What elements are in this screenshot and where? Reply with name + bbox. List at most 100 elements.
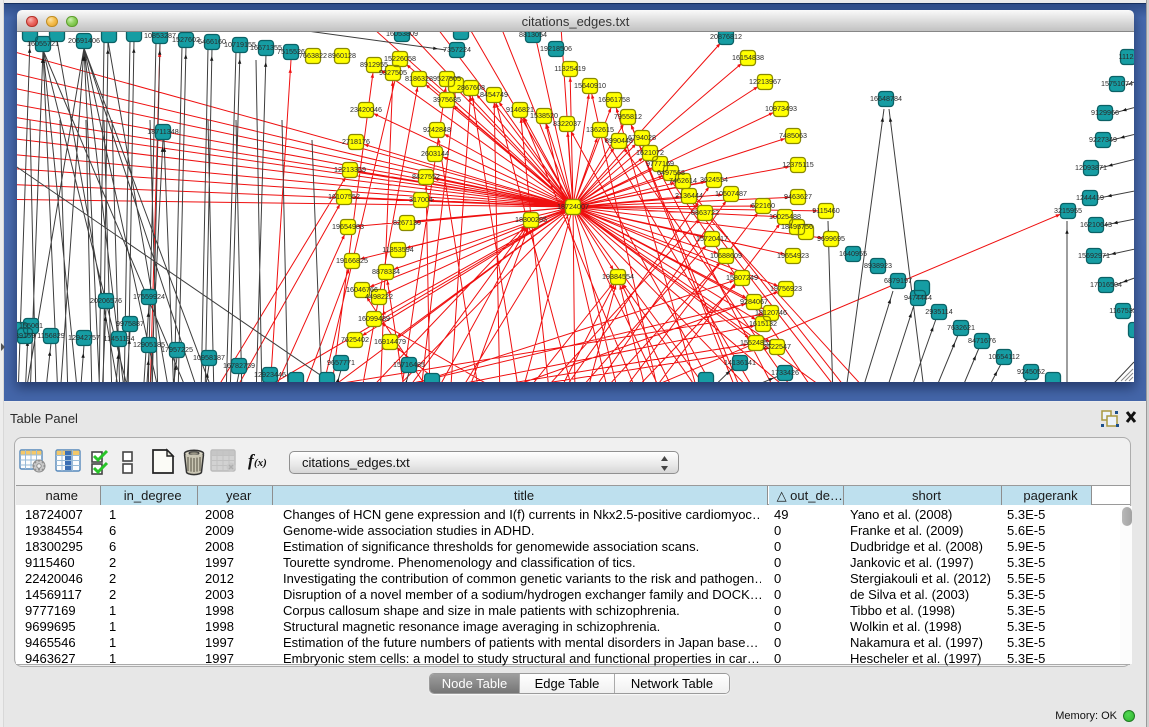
svg-text:9115460: 9115460 [812,206,839,215]
svg-text:8863722: 8863722 [691,208,719,217]
svg-text:18120746: 18120746 [755,308,787,317]
svg-text:8267130: 8267130 [393,218,421,227]
svg-text:19654923: 19654923 [777,251,809,260]
svg-text:622160: 622160 [751,201,775,210]
svg-text:6794028: 6794028 [628,133,656,142]
svg-text:9463627: 9463627 [784,192,812,201]
svg-text:11353594: 11353594 [382,245,413,254]
svg-text:155061: 155061 [19,321,43,330]
svg-text:10688609: 10688609 [710,251,742,260]
svg-text:(x): (x) [254,457,267,469]
svg-text:10958187: 10958187 [193,353,225,362]
svg-text:16099489: 16099489 [358,314,390,323]
svg-text:20691406: 20691406 [68,36,100,45]
svg-text:9975887: 9975887 [116,319,144,328]
svg-text:8454749: 8454749 [480,90,508,99]
svg-text:15720417: 15720417 [696,234,728,243]
svg-text:2935114: 2935114 [925,307,952,316]
svg-text:16053809: 16053809 [386,32,418,38]
svg-text:1156829: 1156829 [37,331,64,340]
svg-text:6466160: 6466160 [198,37,226,46]
svg-text:17957225: 17957225 [161,345,193,354]
svg-text:2136444: 2136444 [675,191,703,200]
svg-text:7357224: 7357224 [443,45,471,54]
svg-text:9699695: 9699695 [817,234,845,243]
svg-text:2718176: 2718176 [342,137,370,146]
svg-text:317004: 317004 [409,195,433,204]
svg-text:8878334: 8878334 [372,267,400,276]
svg-text:3624554: 3624554 [700,175,728,184]
svg-text:18711348: 18711348 [147,127,178,136]
svg-text:15807249: 15807249 [726,273,758,282]
svg-text:16055721: 16055721 [27,39,59,48]
svg-text:15716485: 15716485 [393,360,425,369]
svg-text:6879197: 6879197 [884,276,912,285]
svg-text:9474444: 9474444 [904,293,932,302]
svg-text:7485063: 7485063 [779,131,807,140]
svg-text:12213967: 12213967 [749,77,781,86]
svg-text:16782759: 16782759 [223,361,255,370]
svg-text:7955812: 7955812 [614,112,642,121]
svg-text:8813054: 8813054 [519,32,547,39]
svg-text:12213369: 12213369 [334,165,366,174]
svg-text:12942757: 12942757 [68,333,100,342]
svg-text:3975685: 3975685 [433,95,461,104]
svg-text:8427552: 8427552 [412,172,440,181]
svg-text:23420046: 23420046 [350,105,382,114]
svg-text:20206576: 20206576 [90,296,122,305]
svg-text:1244419: 1244419 [1076,193,1104,202]
svg-text:16961758: 16961758 [598,95,630,104]
svg-text:17559924: 17559924 [133,292,165,301]
svg-text:14136141: 14136141 [724,358,756,367]
svg-text:15640910: 15640910 [574,81,606,90]
svg-text:1362615: 1362615 [586,125,614,134]
svg-text:12093871: 12093871 [1075,163,1107,172]
svg-text:1167533: 1167533 [1109,306,1134,315]
svg-text:16154838: 16154838 [732,53,764,62]
svg-text:18495756: 18495756 [781,222,813,231]
svg-text:9327505: 9327505 [379,68,407,77]
svg-text:1615132: 1615132 [749,319,777,328]
svg-text:10025488: 10025488 [769,212,801,221]
svg-text:7663822: 7663822 [299,51,327,60]
svg-text:1527602: 1527602 [172,35,200,44]
svg-text:9227349: 9227349 [1089,135,1117,144]
svg-text:8186328: 8186328 [405,74,433,83]
svg-text:19756923: 19756923 [770,284,802,293]
svg-text:19654983: 19654983 [332,222,364,231]
svg-text:15751074: 15751074 [1101,79,1133,88]
svg-text:9242848: 9242848 [423,125,451,134]
svg-text:9777169: 9777169 [646,159,674,168]
svg-text:7632621: 7632621 [947,323,975,332]
svg-text:11122: 11122 [1119,52,1134,61]
svg-text:8471676: 8471676 [968,336,996,345]
svg-text:39159: 39159 [17,331,35,340]
svg-text:4498222: 4498222 [365,292,393,301]
svg-text:15226058: 15226058 [384,54,416,63]
svg-text:1733426: 1733426 [771,368,799,377]
svg-text:16107552: 16107552 [328,192,360,201]
svg-text:16648784: 16648784 [870,94,902,103]
svg-text:19218506: 19218506 [540,44,572,53]
svg-text:11325419: 11325419 [554,64,585,73]
svg-text:11451194: 11451194 [104,334,135,343]
svg-text:2522547: 2522547 [763,342,791,351]
svg-text:10654112: 10654112 [988,352,1019,361]
svg-text:3215955: 3215955 [1054,206,1082,215]
svg-text:8938923: 8938923 [864,261,892,270]
svg-text:f: f [248,451,256,470]
svg-text:8960128: 8960128 [328,51,356,60]
svg-text:16914479: 16914479 [374,337,406,346]
svg-text:10507487: 10507487 [715,189,747,198]
svg-text:9284067: 9284067 [740,297,768,306]
svg-text:19384554: 19384554 [602,272,634,281]
svg-text:16210643: 16210643 [1080,220,1112,229]
svg-text:12375115: 12375115 [782,160,813,169]
svg-text:12923446: 12923446 [254,370,286,379]
svg-text:7462614: 7462614 [669,176,697,185]
svg-text:10973493: 10973493 [765,104,797,113]
svg-text:9657771: 9657771 [327,358,355,367]
svg-text:9527505: 9527505 [433,74,461,83]
svg-text:18300295: 18300295 [515,215,547,224]
svg-text:19166825: 19166825 [336,256,368,265]
